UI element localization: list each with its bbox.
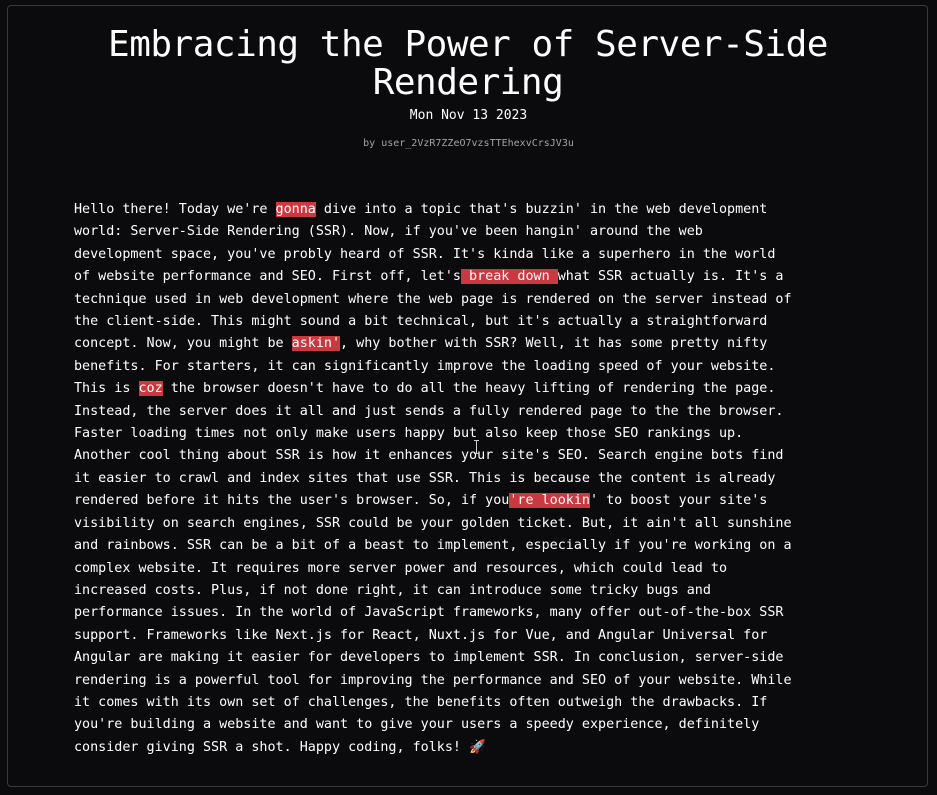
body-text: increased costs. Plus, if not done right… <box>74 582 711 598</box>
body-line: This is coz the browser doesn't have to … <box>74 378 874 400</box>
body-text: and rainbows. SSR can be a bit of a beas… <box>74 538 792 554</box>
body-text: rendered before it hits the user's brows… <box>74 493 510 509</box>
body-line: Instead, the server does it all and just… <box>74 401 874 423</box>
body-text: support. Frameworks like Next.js for Rea… <box>74 627 768 643</box>
body-text: rendering is a powerful tool for improvi… <box>74 672 792 688</box>
body-line: of website performance and SEO. First of… <box>74 266 874 288</box>
article-body: Hello there! Today we're gonna dive into… <box>74 199 874 759</box>
highlighted-word: askin' <box>291 336 341 352</box>
body-text: it comes with its own set of challenges,… <box>74 694 768 710</box>
body-text: technique used in web development where … <box>74 291 792 307</box>
body-text: benefits. For starters, it can significa… <box>74 358 776 374</box>
body-text: Angular are making it easier for develop… <box>74 650 784 666</box>
article-author: by user_2VzR7ZZeO7vzsTTEhexvCrsJV3u <box>363 138 574 149</box>
highlighted-word: gonna <box>275 202 316 217</box>
body-line: you're building a website and want to gi… <box>74 714 874 736</box>
body-line: consider giving SSR a shot. Happy coding… <box>74 737 874 759</box>
body-line: and rainbows. SSR can be a bit of a beas… <box>74 535 874 557</box>
article-title: Embracing the Power of Server-Side Rende… <box>108 24 828 103</box>
body-line: benefits. For starters, it can significa… <box>74 356 874 378</box>
body-text: Faster loading times not only make users… <box>74 426 744 442</box>
body-text: concept. Now, you might be <box>74 336 292 352</box>
article-date: Mon Nov 13 2023 <box>409 108 528 123</box>
highlighted-word: coz <box>138 381 163 397</box>
body-line: the client-side. This might sound a bit … <box>74 311 874 333</box>
body-text: Hello there! Today we're <box>74 202 276 217</box>
body-text: ' to boost your site's <box>589 493 768 509</box>
body-text: of website performance and SEO. First of… <box>74 269 461 285</box>
body-line: concept. Now, you might be askin', why b… <box>74 333 874 355</box>
body-text: what SSR actually is. It's a <box>557 269 784 285</box>
body-line: complex website. It requires more server… <box>74 558 874 580</box>
body-line: Angular are making it easier for develop… <box>74 647 874 669</box>
body-line: performance issues. In the world of Java… <box>74 602 874 624</box>
body-line: Another cool thing about SSR is how it e… <box>74 445 874 467</box>
body-line: support. Frameworks like Next.js for Rea… <box>74 625 874 647</box>
body-text: you're building a website and want to gi… <box>74 717 760 733</box>
body-text: consider giving SSR a shot. Happy coding… <box>74 739 486 755</box>
body-text: Instead, the server does it all and just… <box>74 403 784 419</box>
body-text: complex website. It requires more server… <box>74 560 728 576</box>
body-text: This is <box>74 381 139 397</box>
body-line: rendered before it hits the user's brows… <box>74 490 874 512</box>
highlighted-word: 're lookin <box>509 493 590 509</box>
body-line: world: Server-Side Rendering (SSR). Now,… <box>74 221 874 243</box>
body-line: development space, you've probly heard o… <box>74 244 874 266</box>
body-line: technique used in web development where … <box>74 289 874 311</box>
body-line: Faster loading times not only make users… <box>74 423 874 445</box>
body-text: dive into a topic that's buzzin' in the … <box>315 202 768 217</box>
body-text: the browser doesn't have to do all the h… <box>162 381 776 397</box>
body-line: it easier to crawl and index sites that … <box>74 468 874 490</box>
body-line: increased costs. Plus, if not done right… <box>74 580 874 602</box>
text-cursor-icon <box>474 440 479 454</box>
body-text: the client-side. This might sound a bit … <box>74 314 768 330</box>
body-text: performance issues. In the world of Java… <box>74 605 784 621</box>
body-text: it easier to crawl and index sites that … <box>74 470 776 486</box>
body-text: Another cool thing about SSR is how it e… <box>74 448 784 464</box>
body-text: , why bother with SSR? Well, it has some… <box>340 336 768 352</box>
body-text: visibility on search engines, SSR could … <box>74 515 792 531</box>
body-line: visibility on search engines, SSR could … <box>74 513 874 535</box>
body-line: rendering is a powerful tool for improvi… <box>74 670 874 692</box>
highlighted-word: break down <box>460 269 558 285</box>
body-text: world: Server-Side Rendering (SSR). Now,… <box>74 224 703 240</box>
article-card: Embracing the Power of Server-Side Rende… <box>7 5 928 787</box>
body-line: Hello there! Today we're gonna dive into… <box>74 199 874 221</box>
body-line: it comes with its own set of challenges,… <box>74 692 874 714</box>
body-text: development space, you've probly heard o… <box>74 246 776 262</box>
